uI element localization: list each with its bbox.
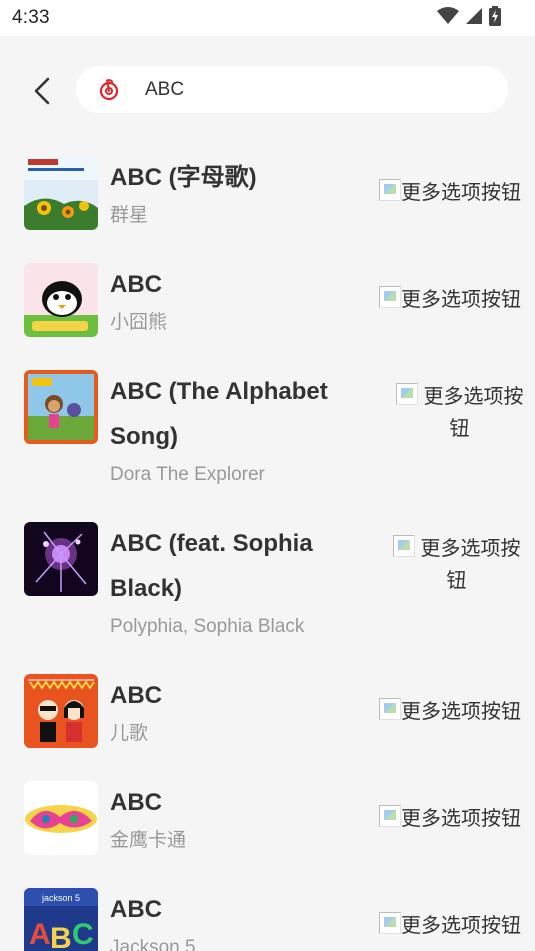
song-title: ABC: [110, 896, 162, 923]
album-cover: jackson 5 A B C: [24, 888, 98, 951]
svg-text:A: A: [29, 918, 51, 951]
song-list-item[interactable]: ABC (字母歌) 群星 更多选项按钮: [0, 140, 535, 247]
album-cover: [24, 522, 98, 596]
more-options-button[interactable]: 更多选项按钮: [384, 533, 529, 597]
status-icons: [437, 6, 501, 26]
battery-icon: [489, 6, 501, 26]
song-list-item[interactable]: ABC 儿歌 更多选项按钮: [0, 658, 535, 765]
broken-image-icon: [395, 383, 418, 405]
status-bar: 4:33: [0, 0, 535, 36]
more-options-button[interactable]: 更多选项按钮: [387, 381, 532, 445]
album-cover: [24, 156, 98, 230]
song-list-item[interactable]: ABC (feat. Sophia Black) Polyphia, Sophi…: [0, 506, 535, 658]
song-title: ABC (字母歌): [110, 164, 257, 191]
more-options-button[interactable]: 更多选项按钮: [379, 696, 521, 728]
search-query[interactable]: ABC: [145, 79, 184, 101]
more-options-button[interactable]: 更多选项按钮: [379, 910, 521, 942]
song-artist: Jackson 5: [110, 937, 196, 951]
song-artist: Dora The Explorer: [110, 464, 265, 485]
song-list: ABC (字母歌) 群星 更多选项按钮 ABC 小囧熊 更多选项按钮 ABC (…: [0, 140, 535, 951]
song-title: ABC (The Alphabet Song): [110, 378, 328, 450]
album-cover: [24, 674, 98, 748]
broken-image-icon: [379, 805, 401, 827]
broken-image-icon: [379, 698, 401, 720]
svg-text:C: C: [72, 918, 94, 951]
song-list-item[interactable]: ABC (The Alphabet Song) Dora The Explore…: [0, 354, 535, 506]
wifi-icon: [437, 7, 459, 24]
search-input[interactable]: ABC: [76, 66, 508, 113]
song-title: ABC: [110, 789, 162, 816]
song-artist: 儿歌: [110, 723, 149, 744]
broken-image-icon: [379, 179, 401, 201]
album-cover: [24, 370, 98, 444]
song-artist: Polyphia, Sophia Black: [110, 616, 305, 637]
song-list-item[interactable]: jackson 5 A B C ABC Jackson 5 更多选项按钮: [0, 872, 535, 951]
netease-music-logo-icon: [98, 78, 120, 101]
back-button[interactable]: [28, 76, 56, 106]
broken-image-icon: [379, 286, 401, 308]
album-cover: [24, 263, 98, 337]
chevron-left-icon: [34, 77, 50, 105]
broken-image-icon: [379, 912, 401, 934]
song-artist: 金鹰卡通: [110, 830, 187, 851]
status-time: 4:33: [12, 7, 50, 28]
song-artist: 群星: [110, 205, 149, 226]
song-title: ABC: [110, 271, 162, 298]
signal-icon: [466, 8, 482, 24]
album-cover: [24, 781, 98, 855]
song-title: ABC: [110, 682, 162, 709]
more-options-button[interactable]: 更多选项按钮: [379, 284, 521, 316]
search-results-page: 4:33 ABC ABC (字母歌) 群星 更多选项按钮 ABC 小囧熊 更多选…: [0, 0, 535, 951]
more-options-button[interactable]: 更多选项按钮: [379, 803, 521, 835]
svg-text:jackson 5: jackson 5: [41, 893, 80, 903]
song-artist: 小囧熊: [110, 312, 168, 333]
svg-text:B: B: [50, 922, 72, 951]
song-title: ABC (feat. Sophia Black): [110, 530, 313, 602]
song-list-item[interactable]: ABC 金鹰卡通 更多选项按钮: [0, 765, 535, 872]
broken-image-icon: [392, 535, 415, 557]
more-options-button[interactable]: 更多选项按钮: [379, 177, 521, 209]
song-list-item[interactable]: ABC 小囧熊 更多选项按钮: [0, 247, 535, 354]
